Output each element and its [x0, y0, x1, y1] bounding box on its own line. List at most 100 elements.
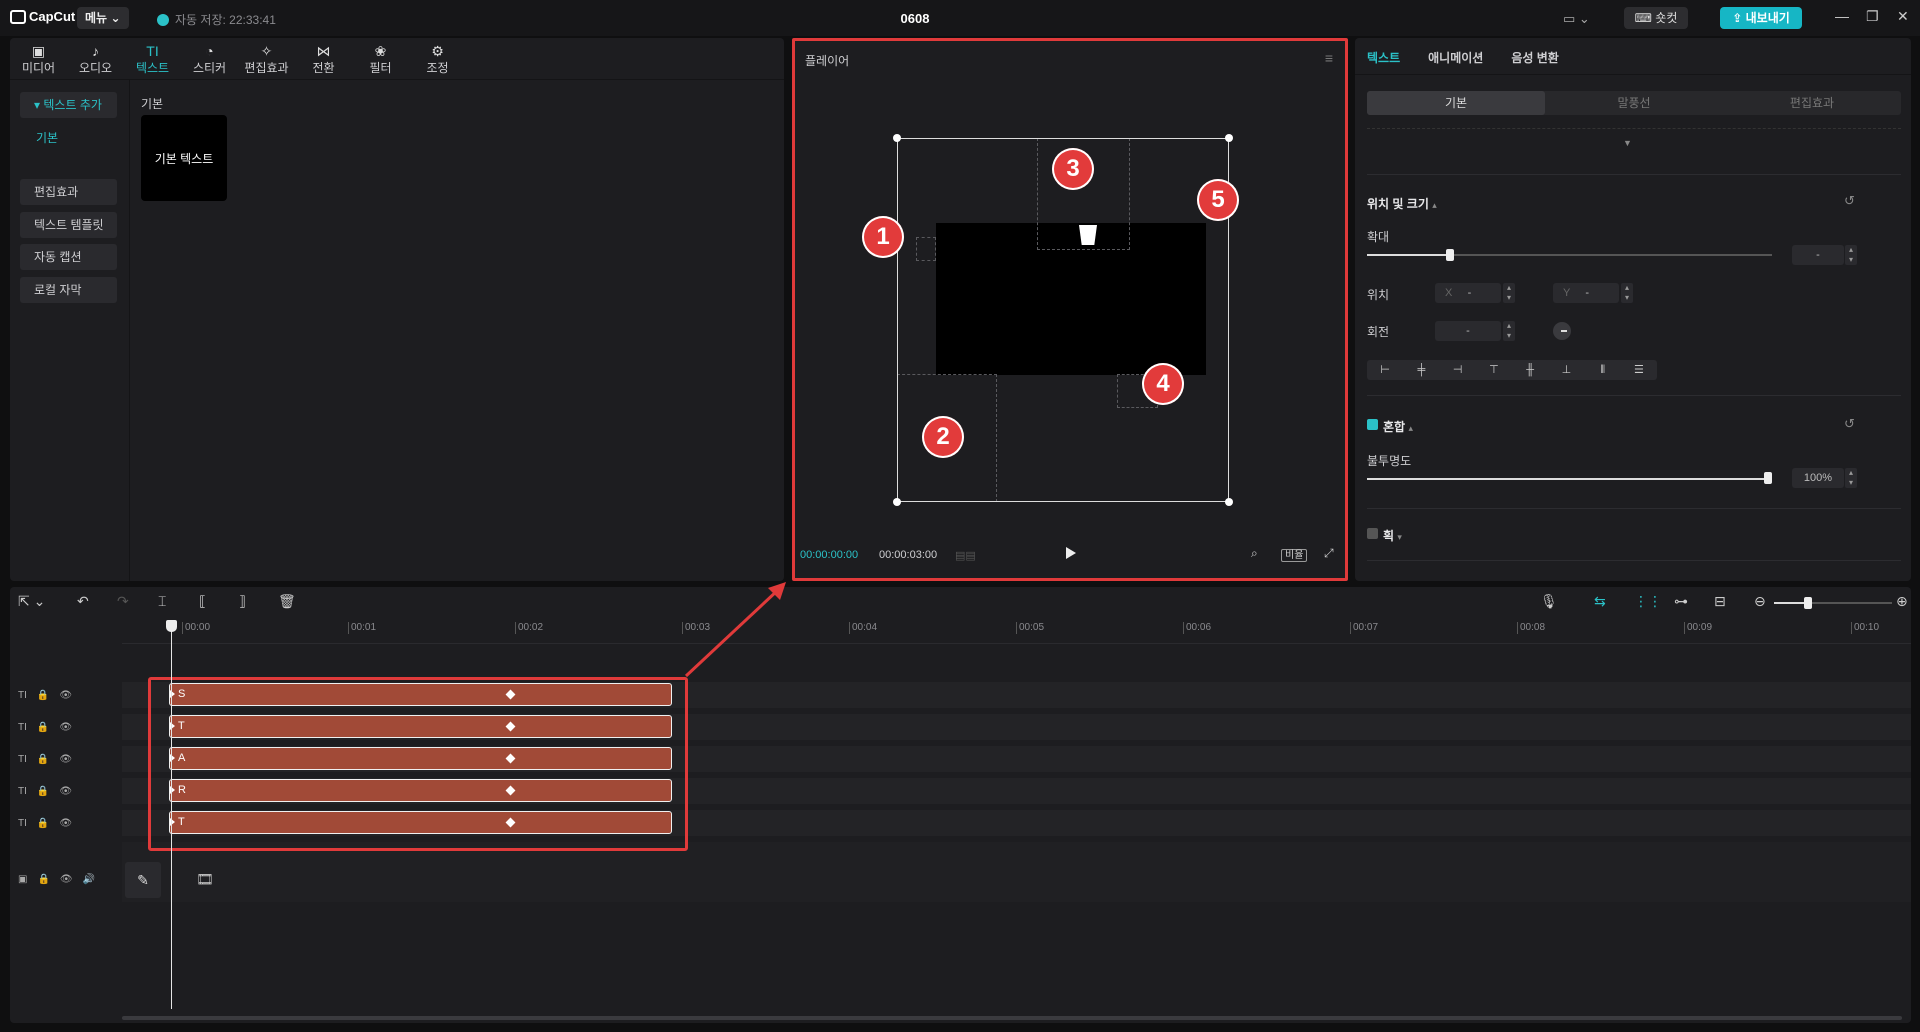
lock-icon[interactable]: 🔒: [37, 874, 49, 885]
side-item-local-caption[interactable]: 로컬 자막: [20, 277, 117, 303]
eye-icon[interactable]: 👁: [59, 786, 72, 797]
scale-slider-knob[interactable]: [1446, 249, 1454, 261]
tab-adjust[interactable]: ⚙ 조정: [409, 38, 466, 80]
auto-snap-icon[interactable]: ⋮⋮: [1634, 593, 1662, 610]
blend-checkbox[interactable]: [1367, 419, 1378, 430]
align-bottom-icon[interactable]: ⊥: [1548, 360, 1584, 380]
playhead-handle[interactable]: [166, 620, 177, 632]
tab-inspector-animation[interactable]: 애니메이션: [1428, 49, 1483, 66]
side-item-template[interactable]: 텍스트 템플릿: [20, 212, 117, 238]
section-blend[interactable]: 혼합 ▴: [1383, 418, 1413, 435]
tab-transition[interactable]: ⋈ 전환: [295, 38, 352, 80]
position-y-input[interactable]: Y -: [1553, 283, 1619, 303]
play-button[interactable]: [1066, 547, 1076, 559]
tab-filter[interactable]: ❀ 필터: [352, 38, 409, 80]
lock-icon[interactable]: 🔒: [37, 754, 49, 765]
scale-stepper[interactable]: ▴ ▾: [1845, 245, 1857, 265]
minimize-icon[interactable]: —: [1835, 8, 1849, 24]
scale-input[interactable]: -: [1792, 245, 1844, 265]
zoom-slider-knob[interactable]: [1804, 597, 1812, 609]
segment-effects[interactable]: 편집효과: [1723, 91, 1901, 115]
menu-icon[interactable]: ≡: [1325, 50, 1333, 66]
eye-icon[interactable]: 👁: [59, 722, 72, 733]
side-item-auto-caption[interactable]: 자동 캡션: [20, 244, 117, 270]
opacity-stepper[interactable]: ▴ ▾: [1845, 468, 1857, 488]
layout-icon[interactable]: ▭ ⌄: [1563, 11, 1590, 27]
reset-icon[interactable]: ↺: [1844, 193, 1855, 209]
distribute-h-icon[interactable]: ⫴: [1585, 360, 1621, 380]
fullscreen-icon[interactable]: ⤢: [1324, 546, 1334, 561]
side-item-effects[interactable]: 편집효과: [20, 179, 117, 205]
opacity-input[interactable]: 100%: [1792, 468, 1844, 488]
resize-handle[interactable]: [1225, 498, 1233, 506]
reset-icon[interactable]: ↺: [1844, 416, 1855, 432]
rotation-dial[interactable]: [1553, 322, 1571, 340]
basic-text-card[interactable]: 기본 텍스트: [141, 115, 227, 201]
microphone-icon[interactable]: 🎙: [1540, 593, 1558, 610]
export-button[interactable]: ⇪ 내보내기: [1720, 7, 1802, 29]
stroke-checkbox[interactable]: [1367, 528, 1378, 539]
timecode-grid-icon[interactable]: ▤▤: [955, 549, 976, 562]
time-ruler[interactable]: 00:00 00:01 00:02 00:03 00:04 00:05 00:0…: [122, 622, 1911, 644]
tab-audio[interactable]: ♪ 오디오: [67, 38, 124, 80]
main-track-magnet-icon[interactable]: ⇆: [1594, 593, 1606, 610]
restore-icon[interactable]: ❐: [1866, 8, 1879, 25]
zoom-in-icon[interactable]: ⊕: [1896, 593, 1908, 610]
lock-icon[interactable]: 🔒: [37, 818, 49, 829]
side-item-basic[interactable]: 기본: [36, 129, 58, 146]
align-right-icon[interactable]: ⊣: [1440, 360, 1476, 380]
section-stroke[interactable]: 획 ▾: [1383, 527, 1402, 544]
tab-media[interactable]: ▣ 미디어: [10, 38, 67, 80]
align-top-icon[interactable]: ⊤: [1476, 360, 1512, 380]
timeline-scrollbar[interactable]: [122, 1016, 1902, 1020]
align-middle-v-icon[interactable]: ╫: [1512, 360, 1548, 380]
audio-icon[interactable]: 🔊: [83, 874, 95, 885]
eye-icon[interactable]: 👁: [59, 818, 72, 829]
tab-sticker[interactable]: ◔ 스티커: [181, 38, 238, 80]
chevron-down-icon[interactable]: ▼: [1623, 138, 1632, 148]
zoom-out-icon[interactable]: ⊖: [1754, 593, 1766, 610]
distribute-v-icon[interactable]: ☰: [1621, 360, 1657, 380]
delete-icon[interactable]: 🗑: [278, 593, 296, 610]
split-icon[interactable]: ⌶: [158, 593, 166, 610]
trim-left-icon[interactable]: ⟦: [199, 593, 206, 610]
undo-icon[interactable]: ↶: [77, 593, 89, 610]
redo-icon[interactable]: ↷: [117, 593, 129, 610]
tab-inspector-tts[interactable]: 음성 변환: [1511, 49, 1559, 66]
resize-handle[interactable]: [893, 498, 901, 506]
section-position-size[interactable]: 위치 및 크기 ▴: [1367, 195, 1437, 212]
main-video-track[interactable]: [122, 842, 1911, 902]
segment-bubble[interactable]: 말풍선: [1545, 91, 1723, 115]
side-item-add-text[interactable]: ▾ 텍스트 추가: [20, 92, 117, 118]
align-center-h-icon[interactable]: ╪: [1403, 360, 1439, 380]
link-icon[interactable]: ⊶: [1674, 593, 1688, 610]
segment-basic[interactable]: 기본: [1367, 91, 1545, 115]
resize-handle[interactable]: [893, 134, 901, 142]
lock-icon[interactable]: 🔒: [37, 722, 49, 733]
eye-icon[interactable]: 👁: [59, 754, 72, 765]
ratio-button[interactable]: 비율: [1281, 546, 1308, 562]
rotation-stepper[interactable]: ▴ ▾: [1503, 321, 1515, 341]
align-left-icon[interactable]: ⊢: [1367, 360, 1403, 380]
eye-icon[interactable]: 👁: [59, 690, 72, 701]
rotation-input[interactable]: -: [1435, 321, 1501, 341]
position-x-stepper[interactable]: ▴ ▾: [1503, 283, 1515, 303]
position-x-input[interactable]: X -: [1435, 283, 1501, 303]
cover-icon[interactable]: ▣: [18, 874, 27, 885]
select-cursor-icon[interactable]: ⇱ ⌄: [18, 593, 45, 610]
position-y-stepper[interactable]: ▴ ▾: [1621, 283, 1633, 303]
tab-effects[interactable]: ✧ 편집효과: [238, 38, 295, 80]
lock-icon[interactable]: 🔒: [37, 690, 49, 701]
tab-text[interactable]: TI 텍스트: [124, 38, 181, 80]
tab-inspector-text[interactable]: 텍스트: [1367, 49, 1400, 66]
lock-icon[interactable]: 🔒: [37, 786, 49, 797]
resize-handle[interactable]: [1225, 134, 1233, 142]
eye-icon[interactable]: 👁: [60, 874, 73, 885]
trim-right-icon[interactable]: ⟧: [239, 593, 246, 610]
edit-cover-button[interactable]: ✎: [125, 862, 161, 898]
opacity-slider-fill[interactable]: [1367, 478, 1768, 480]
preview-axis-icon[interactable]: ⊟: [1714, 593, 1726, 610]
close-icon[interactable]: ✕: [1897, 8, 1909, 25]
opacity-slider-knob[interactable]: [1764, 472, 1772, 484]
zoom-fit-icon[interactable]: ⌕: [1251, 546, 1258, 561]
